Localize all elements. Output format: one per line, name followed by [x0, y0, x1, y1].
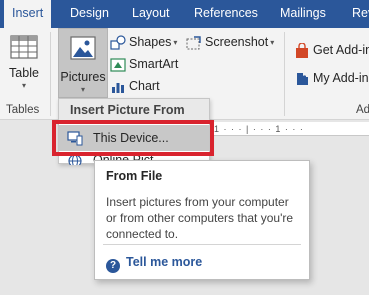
table-icon — [10, 35, 38, 59]
smartart-icon — [110, 58, 126, 72]
pictures-label: Pictures — [60, 70, 106, 84]
group-label-tables: Tables — [6, 104, 40, 116]
chevron-down-icon: ▾ — [270, 37, 275, 47]
highlight-box — [52, 120, 214, 156]
chevron-down-icon: ▾ — [173, 37, 178, 47]
shapes-icon — [110, 35, 126, 50]
shapes-button[interactable]: Shapes ▾ — [110, 32, 177, 52]
tooltip-title: From File — [106, 169, 163, 183]
addins-icon — [297, 72, 308, 85]
store-icon — [296, 42, 308, 58]
screenshot-label: Screenshot — [205, 35, 269, 49]
tab-design[interactable]: Design — [62, 0, 117, 28]
get-addins-label: Get Add-in — [313, 43, 369, 57]
group-label-addins: Ad — [356, 104, 369, 116]
smartart-label: SmartArt — [129, 57, 179, 71]
tab-insert[interactable]: Insert — [4, 0, 52, 28]
tooltip: From File Insert pictures from your comp… — [94, 160, 310, 280]
tell-me-more-label: Tell me more — [126, 255, 203, 269]
shapes-label: Shapes — [129, 35, 172, 49]
screenshot-icon — [186, 36, 201, 50]
pictures-button[interactable]: Pictures ▾ — [58, 28, 108, 98]
divider — [103, 244, 301, 245]
menu-header: Insert Picture From — [59, 99, 209, 121]
help-icon: ? — [106, 259, 120, 273]
tab-review[interactable]: Rev — [344, 0, 369, 28]
group-separator — [284, 32, 285, 116]
chevron-down-icon: ▾ — [80, 85, 85, 94]
picture-icon — [70, 36, 96, 60]
get-addins-button[interactable]: Get Add-in — [294, 40, 369, 60]
smartart-button[interactable]: SmartArt — [110, 54, 178, 74]
my-addins-button[interactable]: My Add-in — [294, 68, 369, 88]
chart-icon — [112, 82, 124, 93]
table-button[interactable]: Table ▾ — [4, 34, 44, 90]
tab-layout[interactable]: Layout — [124, 0, 178, 28]
horizontal-ruler[interactable]: 1 · · · | · · · 1 · · · — [210, 122, 369, 136]
tell-me-more-link[interactable]: ? Tell me more — [106, 253, 203, 273]
ribbon-tab-bar: Insert Design Layout References Mailings… — [0, 0, 369, 28]
chart-button[interactable]: Chart — [110, 76, 160, 96]
tab-mailings[interactable]: Mailings — [272, 0, 334, 28]
table-label: Table — [9, 66, 39, 80]
my-addins-label: My Add-in — [313, 71, 369, 85]
tab-references[interactable]: References — [186, 0, 266, 28]
tooltip-body: Insert pictures from your computer or fr… — [106, 195, 294, 241]
chart-label: Chart — [129, 79, 160, 93]
screenshot-button[interactable]: Screenshot ▾ — [186, 32, 274, 52]
group-separator — [50, 32, 51, 116]
chevron-down-icon: ▾ — [21, 81, 26, 90]
